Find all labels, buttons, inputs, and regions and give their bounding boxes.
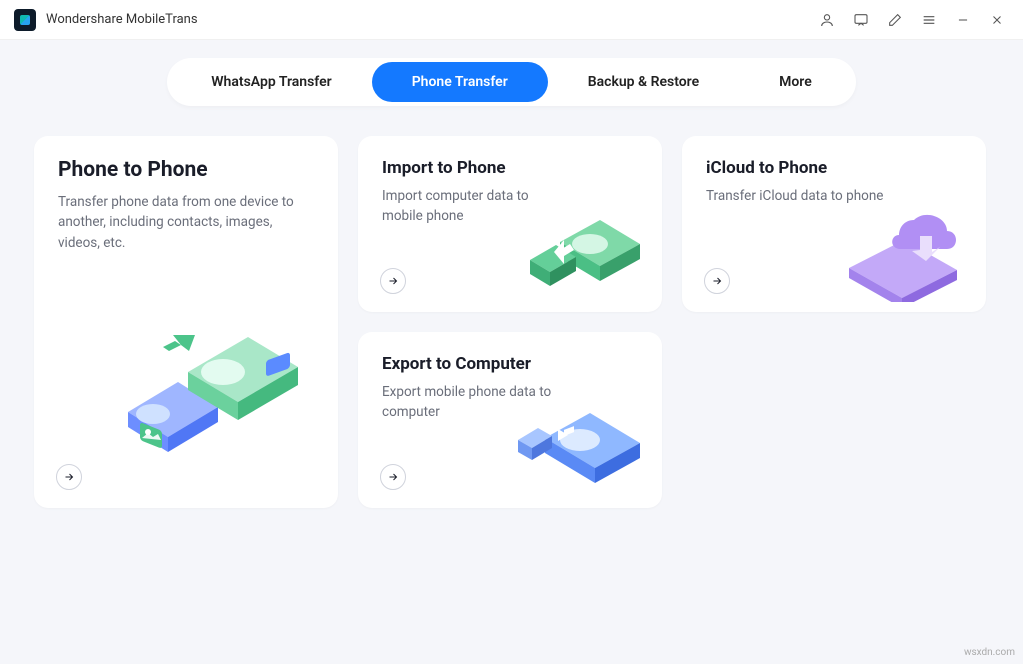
card-import-to-phone[interactable]: Import to Phone Import computer data to … bbox=[358, 136, 662, 312]
watermark: wsxdn.com bbox=[964, 647, 1015, 658]
illustration-phones bbox=[98, 292, 318, 496]
edit-icon[interactable] bbox=[883, 8, 907, 32]
card-export-to-computer[interactable]: Export to Computer Export mobile phone d… bbox=[358, 332, 662, 508]
tabs: WhatsApp Transfer Phone Transfer Backup … bbox=[167, 58, 855, 106]
illustration-icloud bbox=[839, 192, 974, 306]
app-logo bbox=[14, 9, 36, 31]
go-button[interactable] bbox=[704, 268, 730, 294]
illustration-import bbox=[520, 192, 650, 306]
card-title: iCloud to Phone bbox=[706, 158, 962, 178]
tab-more[interactable]: More bbox=[739, 62, 852, 102]
go-button[interactable] bbox=[380, 268, 406, 294]
card-grid: Phone to Phone Transfer phone data from … bbox=[0, 136, 1023, 508]
close-icon[interactable] bbox=[985, 8, 1009, 32]
feedback-icon[interactable] bbox=[849, 8, 873, 32]
tab-container: WhatsApp Transfer Phone Transfer Backup … bbox=[0, 40, 1023, 136]
card-title: Export to Computer bbox=[382, 354, 638, 374]
card-title: Import to Phone bbox=[382, 158, 638, 178]
card-desc: Transfer phone data from one device to a… bbox=[58, 192, 314, 253]
go-button[interactable] bbox=[380, 464, 406, 490]
card-title: Phone to Phone bbox=[58, 158, 314, 182]
minimize-icon[interactable] bbox=[951, 8, 975, 32]
card-icloud-to-phone[interactable]: iCloud to Phone Transfer iCloud data to … bbox=[682, 136, 986, 312]
tab-backup-restore[interactable]: Backup & Restore bbox=[548, 62, 739, 102]
illustration-export bbox=[510, 383, 650, 502]
tab-whatsapp-transfer[interactable]: WhatsApp Transfer bbox=[171, 62, 371, 102]
menu-icon[interactable] bbox=[917, 8, 941, 32]
go-button[interactable] bbox=[56, 464, 82, 490]
card-phone-to-phone[interactable]: Phone to Phone Transfer phone data from … bbox=[34, 136, 338, 508]
account-icon[interactable] bbox=[815, 8, 839, 32]
tab-phone-transfer[interactable]: Phone Transfer bbox=[372, 62, 548, 102]
app-title: Wondershare MobileTrans bbox=[46, 12, 198, 27]
title-bar: Wondershare MobileTrans bbox=[0, 0, 1023, 40]
